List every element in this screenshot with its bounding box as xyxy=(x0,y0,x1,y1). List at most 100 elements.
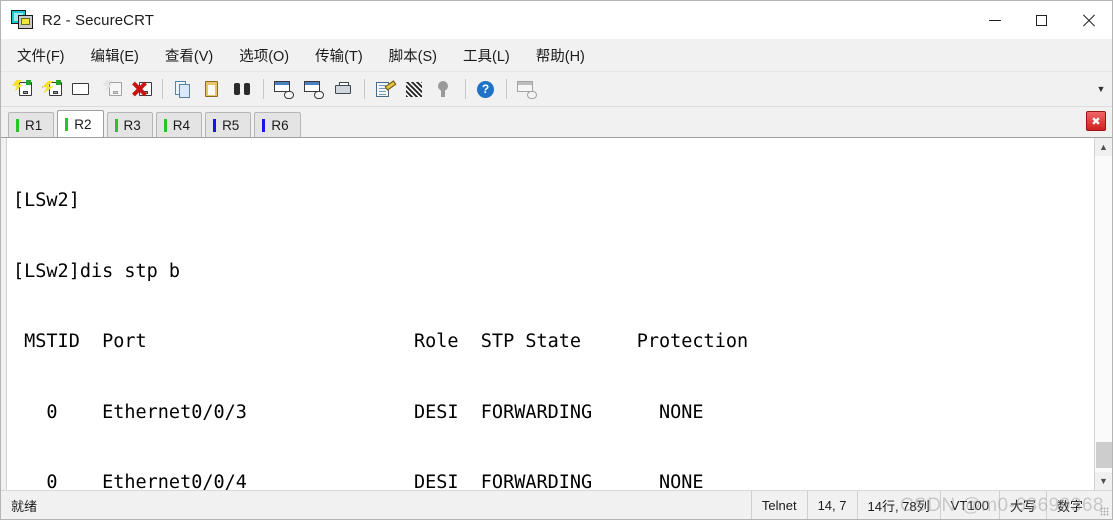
disconnect-icon xyxy=(132,80,152,99)
terminal-scrollbar[interactable]: ▲ ▼ xyxy=(1094,138,1112,490)
print-icon xyxy=(334,80,354,99)
status-protocol: Telnet xyxy=(750,491,807,519)
reconnect-button[interactable] xyxy=(99,76,125,102)
status-caps-indicator: 大写 xyxy=(998,491,1046,519)
tab-status-indicator xyxy=(65,117,69,131)
terminal-line: 0 Ethernet0/0/3 DESI FORWARDING NONE xyxy=(13,401,704,423)
menu-file[interactable]: 文件(F) xyxy=(15,42,67,69)
copy-button[interactable] xyxy=(170,76,196,102)
quick-connect-button[interactable] xyxy=(39,76,65,102)
print-screen-button[interactable] xyxy=(271,76,297,102)
print-selection-button[interactable] xyxy=(301,76,327,102)
key-button[interactable] xyxy=(432,76,458,102)
menu-help[interactable]: 帮助(H) xyxy=(534,42,587,69)
tab-status-indicator xyxy=(114,118,118,132)
log-session-icon xyxy=(375,79,397,99)
new-session-icon xyxy=(12,79,32,99)
separator-2 xyxy=(263,79,264,99)
tab-label: R4 xyxy=(172,117,191,133)
protocol-button[interactable] xyxy=(402,76,428,102)
menu-edit[interactable]: 编辑(E) xyxy=(89,42,141,69)
window-controls xyxy=(971,1,1112,39)
terminal-line: [LSw2]dis stp b xyxy=(13,260,181,282)
resize-grip-icon[interactable] xyxy=(1093,491,1112,519)
terminal-header-line: MSTID Port Role STP State Protection xyxy=(13,331,749,352)
connect-folder-icon xyxy=(72,80,92,99)
tile-windows-icon xyxy=(517,80,537,99)
menu-options[interactable]: 选项(O) xyxy=(237,42,291,69)
menu-script[interactable]: 脚本(S) xyxy=(387,42,439,69)
close-tab-button[interactable]: ✖ xyxy=(1086,111,1106,131)
close-button[interactable] xyxy=(1065,1,1112,39)
connect-folder-button[interactable] xyxy=(69,76,95,102)
securecrt-window: R2 - SecureCRT 文件(F) 编辑(E) 查看(V) 选项(O) 传… xyxy=(0,0,1113,520)
log-session-button[interactable] xyxy=(372,76,398,102)
status-screen-size: 14行, 78列 xyxy=(856,491,940,519)
terminal-output[interactable]: [LSw2] [LSw2]dis stp b MSTID Port Role S… xyxy=(7,138,1094,490)
print-screen-icon xyxy=(274,80,294,99)
tab-r3[interactable]: R3 xyxy=(106,112,153,137)
securecrt-monitor-icon xyxy=(11,10,33,30)
status-num-indicator: 数字 xyxy=(1045,491,1093,519)
quick-connect-icon xyxy=(42,79,62,99)
menu-transfer[interactable]: 传输(T) xyxy=(313,42,365,69)
scrollbar-thumb[interactable] xyxy=(1095,442,1112,468)
reconnect-icon xyxy=(102,79,122,99)
tab-r5[interactable]: R5 xyxy=(205,112,252,137)
find-icon xyxy=(233,80,253,99)
paste-icon xyxy=(203,80,223,99)
session-tab-bar: R1 R2 R3 R4 R5 R6 ✖ xyxy=(1,107,1112,138)
protocol-icon xyxy=(405,80,425,99)
separator-4 xyxy=(465,79,466,99)
print-selection-icon xyxy=(304,80,324,99)
terminal-line: 0 Ethernet0/0/4 DESI FORWARDING NONE xyxy=(13,472,704,490)
print-button[interactable] xyxy=(331,76,357,102)
tab-r1[interactable]: R1 xyxy=(8,112,55,137)
menu-view[interactable]: 查看(V) xyxy=(163,42,215,69)
window-title: R2 - SecureCRT xyxy=(42,11,154,29)
maximize-button[interactable] xyxy=(1018,1,1065,39)
scrollbar-track[interactable] xyxy=(1094,156,1112,472)
scroll-up-arrow-icon[interactable]: ▲ xyxy=(1094,138,1112,156)
toolbar: ? ▼ xyxy=(1,72,1112,107)
help-button[interactable]: ? xyxy=(473,76,499,102)
toolbar-overflow-chevron-down-icon[interactable]: ▼ xyxy=(1095,78,1107,100)
status-cursor-position: 14, 7 xyxy=(806,491,857,519)
status-ready-text: 就绪 xyxy=(11,498,38,514)
status-right-group: Telnet 14, 7 14行, 78列 VT100 大写 数字 xyxy=(750,491,1112,519)
separator-1 xyxy=(162,79,163,99)
close-icon xyxy=(1082,14,1095,27)
menu-bar: 文件(F) 编辑(E) 查看(V) 选项(O) 传输(T) 脚本(S) 工具(L… xyxy=(1,39,1112,72)
tab-r6[interactable]: R6 xyxy=(254,112,301,137)
paste-button[interactable] xyxy=(200,76,226,102)
separator-3 xyxy=(364,79,365,99)
tab-label: R6 xyxy=(271,117,289,133)
minimize-icon xyxy=(988,19,1001,21)
tab-status-indicator xyxy=(262,118,266,132)
disconnect-button[interactable] xyxy=(129,76,155,102)
tile-windows-button[interactable] xyxy=(514,76,540,102)
maximize-icon xyxy=(1036,14,1047,26)
key-icon xyxy=(435,80,455,99)
tab-label: R3 xyxy=(123,117,141,133)
menu-tools[interactable]: 工具(L) xyxy=(461,42,512,69)
help-icon: ? xyxy=(476,80,496,99)
separator-5 xyxy=(506,79,507,99)
copy-icon xyxy=(173,80,193,99)
status-emulation: VT100 xyxy=(939,491,999,519)
terminal-area: [LSw2] [LSw2]dis stp b MSTID Port Role S… xyxy=(1,138,1112,490)
title-bar: R2 - SecureCRT xyxy=(1,1,1112,39)
scroll-down-arrow-icon[interactable]: ▼ xyxy=(1094,472,1112,490)
tab-status-indicator xyxy=(163,118,167,132)
tab-status-indicator xyxy=(213,118,217,132)
minimize-button[interactable] xyxy=(971,1,1018,39)
find-button[interactable] xyxy=(230,76,256,102)
new-session-button[interactable] xyxy=(9,76,35,102)
status-bar: 就绪 Telnet 14, 7 14行, 78列 VT100 大写 数字 CSD… xyxy=(1,490,1112,519)
tab-label: R5 xyxy=(222,117,240,133)
tab-label: R1 xyxy=(25,117,43,133)
tab-r2[interactable]: R2 xyxy=(57,110,104,137)
terminal-line: [LSw2] xyxy=(13,190,80,211)
tab-label: R2 xyxy=(74,116,92,132)
tab-r4[interactable]: R4 xyxy=(155,112,203,137)
